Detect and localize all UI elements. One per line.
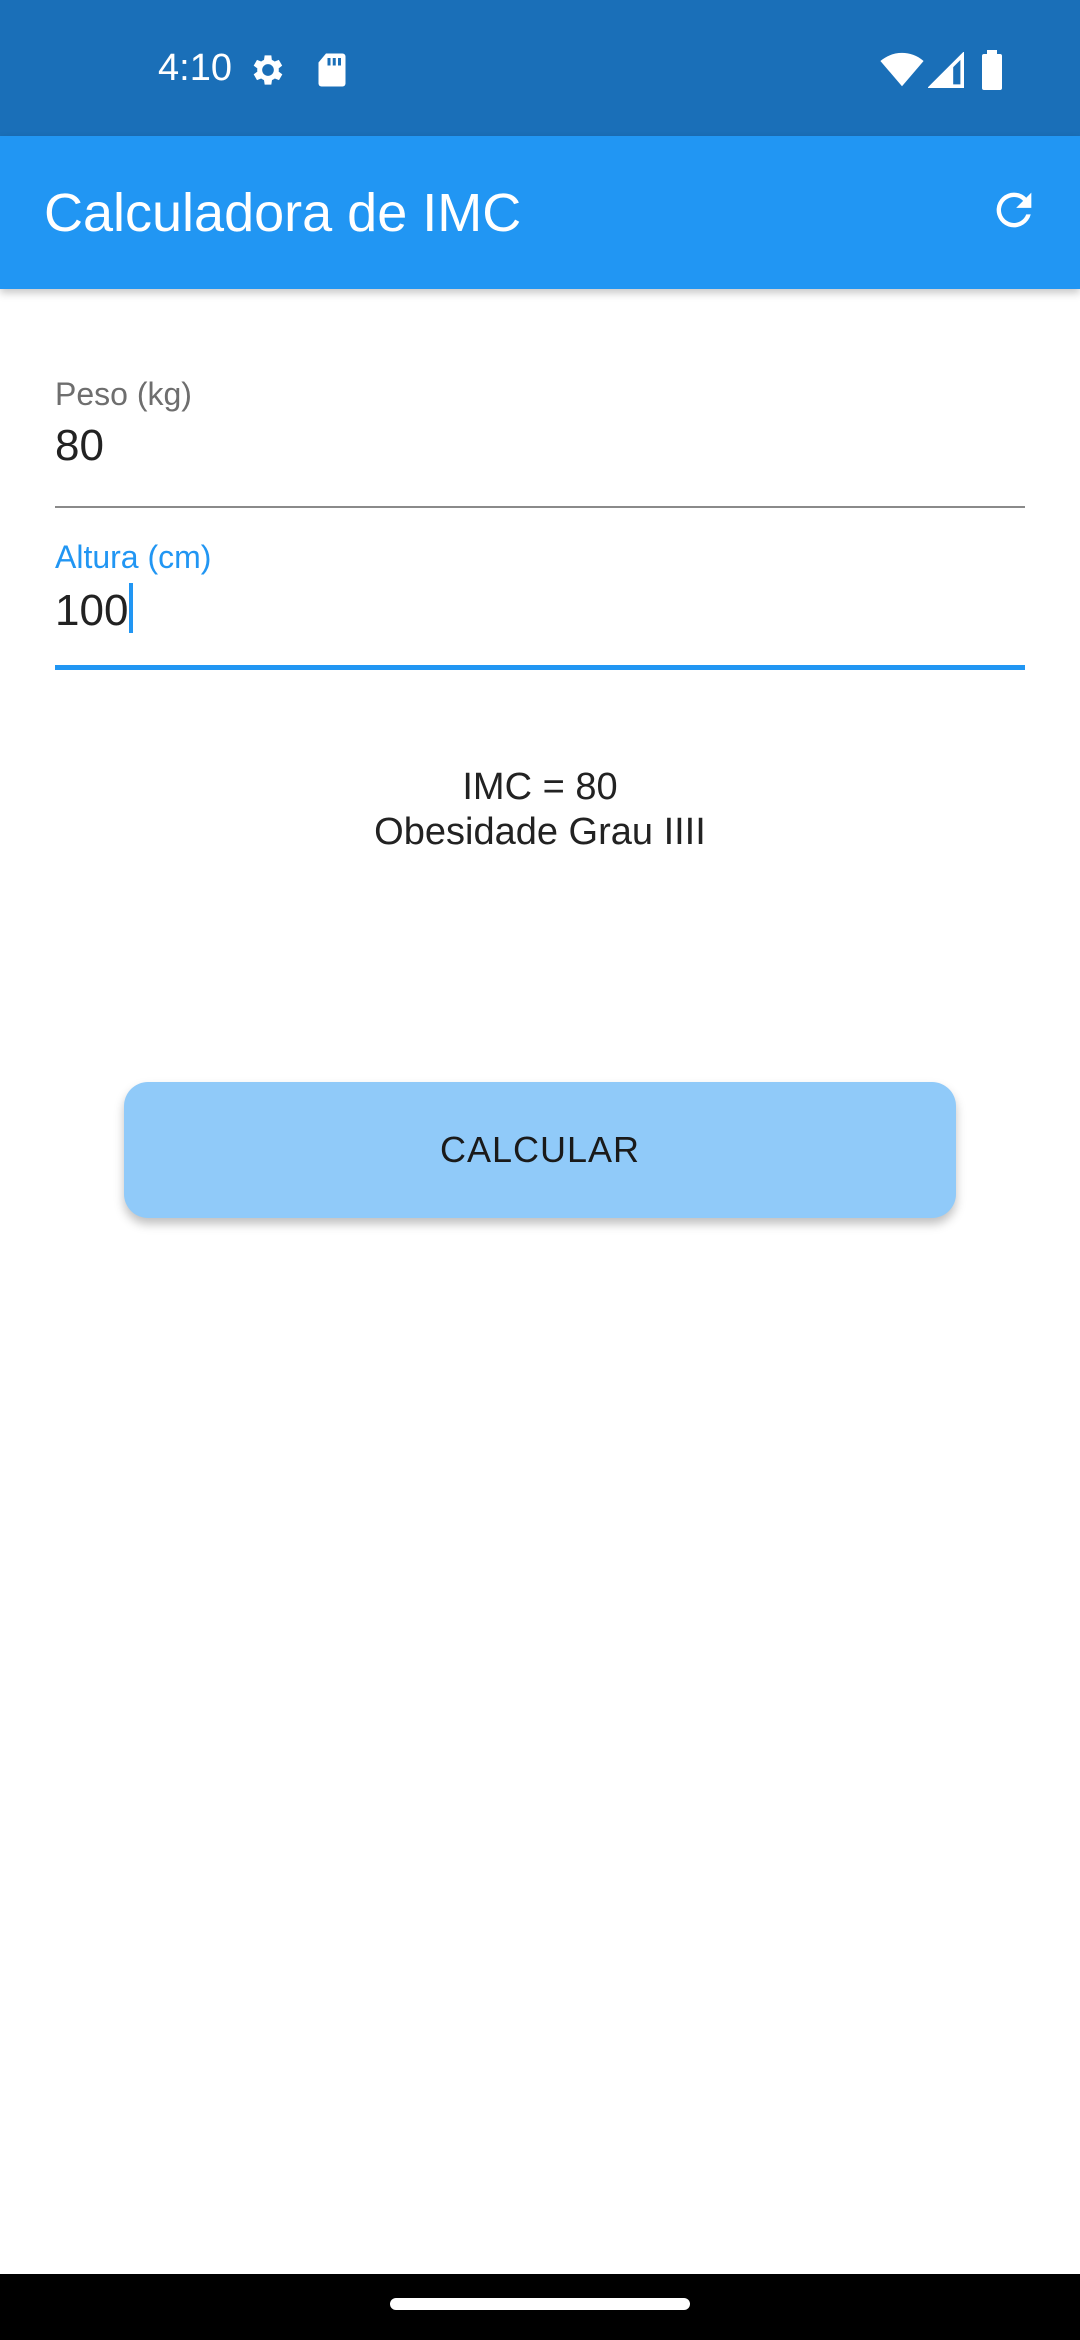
result-text: IMC = 80 Obesidade Grau IIII <box>0 765 1080 855</box>
imc-value-text: IMC = 80 <box>462 766 618 808</box>
calculate-button-label: CALCULAR <box>439 1129 641 1170</box>
altura-input[interactable]: 100 <box>55 583 134 637</box>
peso-value[interactable]: 80 <box>55 420 104 472</box>
wifi-icon <box>880 52 924 88</box>
altura-field[interactable]: Altura (cm) 100 <box>55 533 1025 673</box>
status-time: 4:10 <box>158 47 232 89</box>
text-cursor <box>129 583 134 633</box>
settings-gear-icon <box>248 50 288 90</box>
home-gesture-handle[interactable] <box>390 2298 690 2310</box>
refresh-icon <box>988 184 1040 241</box>
status-bar: 4:10 <box>0 0 1080 136</box>
sd-card-icon <box>316 52 348 88</box>
imc-category-text: Obesidade Grau IIII <box>374 811 706 853</box>
signal-icon <box>928 52 964 88</box>
altura-label: Altura (cm) <box>55 539 212 575</box>
app-bar: Calculadora de IMC <box>0 136 1080 289</box>
altura-underline <box>55 665 1025 670</box>
peso-label: Peso (kg) <box>55 376 192 412</box>
peso-field[interactable]: Peso (kg) 80 <box>55 370 1025 510</box>
peso-underline <box>55 506 1025 508</box>
refresh-button[interactable] <box>978 176 1050 248</box>
altura-value: 100 <box>55 586 129 635</box>
battery-icon <box>980 50 1004 90</box>
screen: 4:10 Calculadora de IMC Peso (kg) 80 Alt… <box>0 0 1080 2340</box>
app-title: Calculadora de IMC <box>44 183 522 243</box>
calculate-button[interactable]: CALCULAR <box>124 1082 956 1218</box>
navigation-bar <box>0 2274 1080 2340</box>
